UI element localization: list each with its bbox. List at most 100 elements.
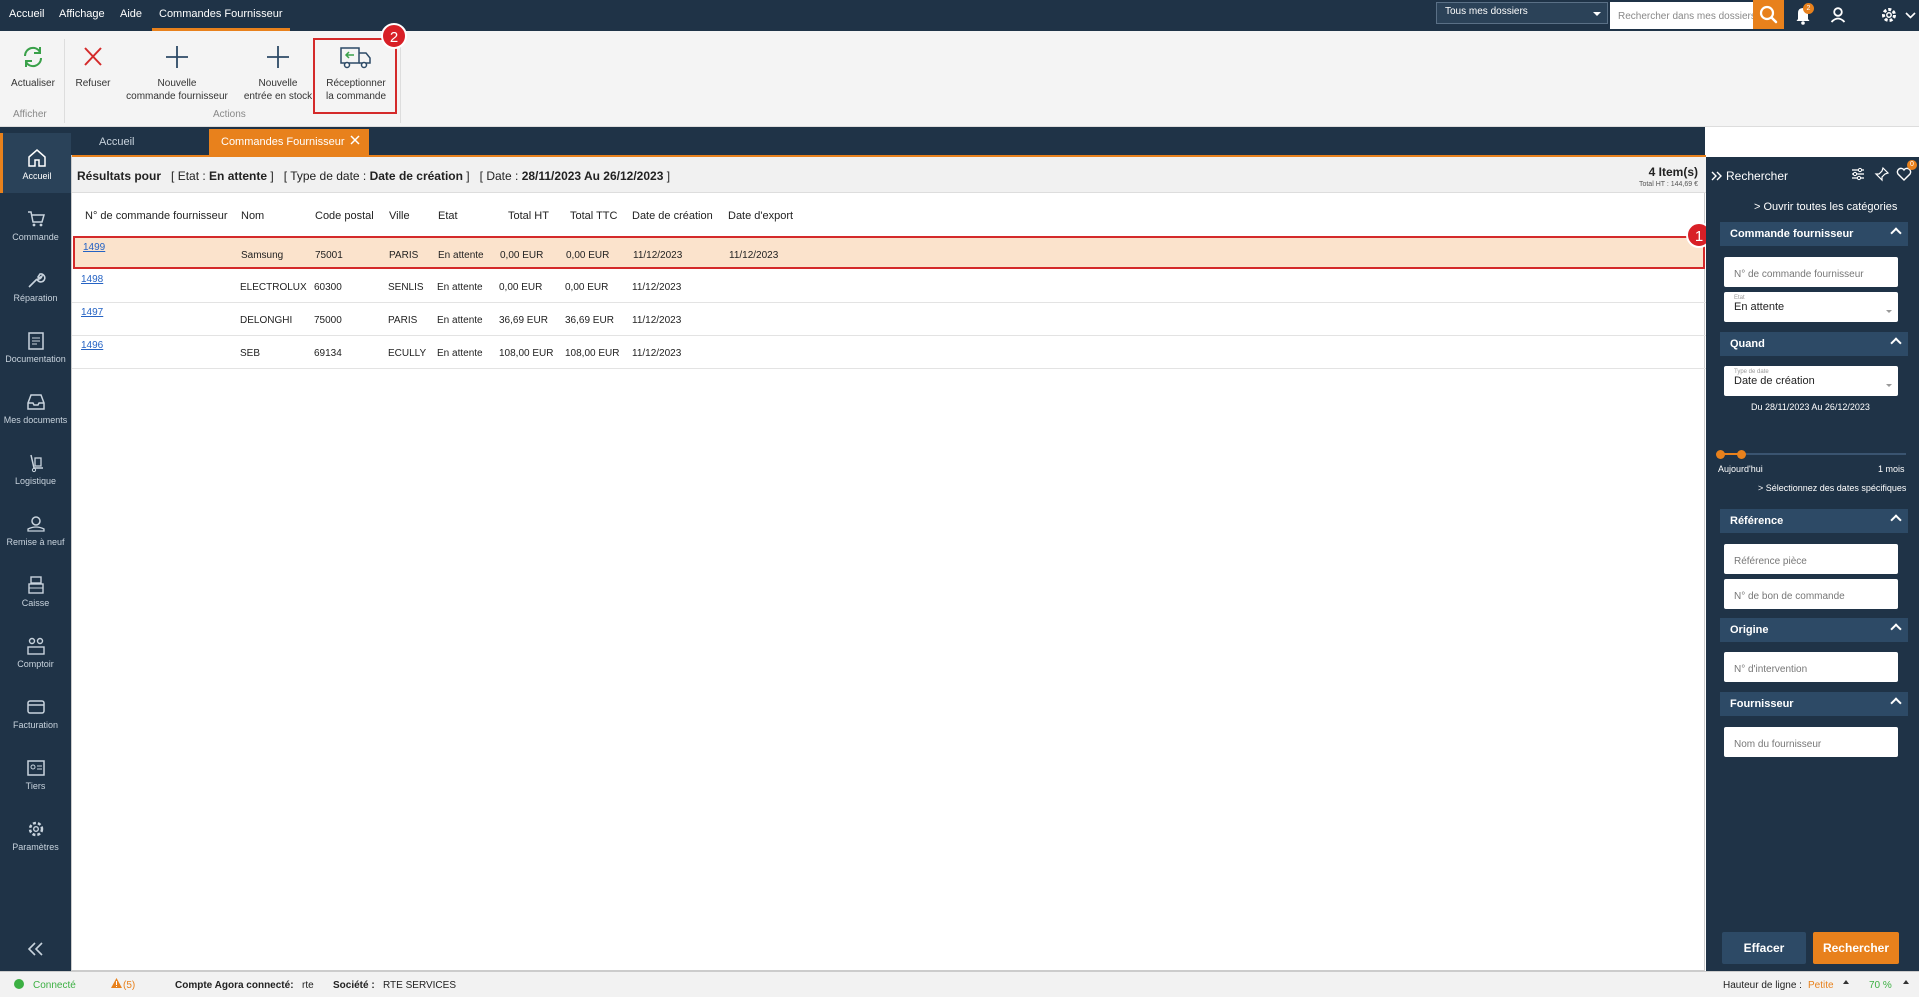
- table-row[interactable]: 1496 SEB 69134 ECULLY En attente 108,00 …: [72, 336, 1706, 369]
- collapse-sidebar-button[interactable]: [26, 941, 46, 957]
- settings-dropdown[interactable]: [1902, 0, 1919, 31]
- cell-city: ECULLY: [388, 348, 427, 359]
- column-header-name[interactable]: Nom: [241, 210, 264, 222]
- column-header-postal-code[interactable]: Code postal: [315, 210, 374, 222]
- po-number-input[interactable]: N° de bon de commande: [1724, 579, 1898, 609]
- sidebar-item-label: Commande: [12, 232, 59, 242]
- table-row[interactable]: 1497 DELONGHI 75000 PARIS En attente 36,…: [72, 303, 1706, 336]
- warning-count[interactable]: (5): [123, 980, 135, 991]
- chevron-up-icon[interactable]: [1902, 978, 1910, 989]
- sidebar-item-remise-a-neuf[interactable]: Remise à neuf: [0, 499, 71, 559]
- table-row[interactable]: 1498 ELECTROLUX 60300 SENLIS En attente …: [72, 270, 1706, 303]
- sidebar-item-mes-documents[interactable]: Mes documents: [0, 377, 71, 437]
- order-number-input[interactable]: N° de commande fournisseur: [1724, 257, 1898, 287]
- column-header-city[interactable]: Ville: [389, 210, 410, 222]
- date-type-select[interactable]: Type de date Date de création: [1724, 366, 1898, 396]
- sidebar-item-logistique[interactable]: Logistique: [0, 438, 71, 498]
- filter-date-prefix: [ Date :: [479, 169, 522, 183]
- sidebar-item-label: Facturation: [12, 720, 59, 730]
- double-chevron-right-icon[interactable]: [1711, 171, 1723, 181]
- settings-button[interactable]: [1874, 0, 1904, 31]
- specific-dates-link[interactable]: > Sélectionnez des dates spécifiques: [1758, 483, 1906, 493]
- global-search-input[interactable]: Rechercher dans mes dossiers: [1610, 2, 1753, 29]
- section-reference[interactable]: Référence: [1720, 509, 1908, 533]
- open-all-label: Ouvrir toutes les catégories: [1763, 201, 1898, 213]
- refresh-icon: [23, 46, 43, 68]
- tab-commandes-fournisseur[interactable]: Commandes Fournisseur: [209, 129, 369, 155]
- date-slider-track[interactable]: [1718, 453, 1906, 455]
- cell-status: En attente: [438, 250, 484, 261]
- zoom-level[interactable]: 70 %: [1869, 980, 1892, 991]
- cell-postal-code: 69134: [314, 348, 342, 359]
- inbox-icon: [26, 394, 45, 410]
- cell-postal-code: 75001: [315, 250, 343, 261]
- menu-accueil[interactable]: Accueil: [9, 8, 44, 20]
- new-supplier-order-button[interactable]: Nouvelle commande fournisseur: [122, 43, 232, 103]
- section-commande-fournisseur[interactable]: Commande fournisseur: [1720, 222, 1908, 246]
- search-button[interactable]: [1753, 0, 1784, 29]
- supplier-name-input[interactable]: Nom du fournisseur: [1724, 727, 1898, 757]
- sidebar-item-reparation[interactable]: Réparation: [0, 255, 71, 315]
- etat-select[interactable]: Etat En attente: [1724, 292, 1898, 322]
- results-count: 4 Item(s): [1648, 165, 1698, 179]
- new-stock-entry-button[interactable]: Nouvelle entrée en stock: [240, 43, 316, 103]
- part-reference-input[interactable]: Référence pièce: [1724, 544, 1898, 574]
- column-header-creation-date[interactable]: Date de création: [632, 210, 713, 222]
- chevron-up-icon[interactable]: [1842, 978, 1850, 989]
- column-header-total-ht[interactable]: Total HT: [508, 210, 549, 222]
- sidebar-item-label: Réparation: [13, 293, 58, 303]
- sidebar-item-documentation[interactable]: Documentation: [0, 316, 71, 376]
- sidebar-item-parametres[interactable]: Paramètres: [0, 804, 71, 864]
- section-label: Fournisseur: [1730, 698, 1794, 710]
- top-menu-bar: Accueil Affichage Aide Commandes Fournis…: [0, 0, 1919, 31]
- filter-date-value: 28/11/2023 Au 26/12/2023: [521, 169, 664, 183]
- menu-affichage[interactable]: Affichage: [59, 8, 105, 20]
- section-origine[interactable]: Origine: [1720, 618, 1908, 642]
- date-slider-handle-end[interactable]: [1737, 450, 1746, 459]
- filter-settings-icon[interactable]: [1850, 166, 1866, 182]
- sidebar-item-tiers[interactable]: Tiers: [0, 743, 71, 803]
- cell-total-ttc: 0,00 EUR: [566, 250, 610, 261]
- warning-icon[interactable]: [110, 977, 123, 992]
- chevron-up-icon: [1890, 227, 1902, 239]
- wrench-icon: [27, 273, 46, 288]
- cash-register-icon: [27, 576, 44, 594]
- sidebar-item-comptoir[interactable]: Comptoir: [0, 621, 71, 681]
- sidebar-item-commande[interactable]: Commande: [0, 194, 71, 254]
- panel-title: Rechercher: [1726, 169, 1789, 183]
- open-all-categories-link[interactable]: > Ouvrir toutes les catégories: [1754, 201, 1897, 213]
- order-number-link[interactable]: 1499: [83, 242, 105, 253]
- date-slider-handle-start[interactable]: [1716, 450, 1725, 459]
- search-submit-button[interactable]: Rechercher: [1813, 932, 1899, 964]
- close-tab-button[interactable]: [349, 134, 361, 146]
- sidebar-item-caisse[interactable]: Caisse: [0, 560, 71, 620]
- order-number-link[interactable]: 1497: [81, 307, 103, 318]
- table-row[interactable]: 1499 Samsung 75001 PARIS En attente 0,00…: [73, 236, 1705, 269]
- slider-label-today: Aujourd'hui: [1718, 464, 1763, 474]
- section-fournisseur[interactable]: Fournisseur: [1720, 692, 1908, 716]
- refuse-button[interactable]: Refuser: [70, 43, 116, 90]
- new-order-label-2: commande fournisseur: [126, 91, 228, 102]
- column-header-order-number[interactable]: N° de commande fournisseur: [85, 210, 228, 222]
- section-quand[interactable]: Quand: [1720, 332, 1908, 356]
- notification-count-badge: 2: [1803, 3, 1814, 14]
- line-height-value[interactable]: Petite: [1808, 980, 1834, 991]
- user-button[interactable]: [1823, 0, 1853, 31]
- intervention-number-input[interactable]: N° d'intervention: [1724, 652, 1898, 682]
- refresh-button[interactable]: Actualiser: [8, 43, 58, 90]
- order-number-link[interactable]: 1496: [81, 340, 103, 351]
- order-number-link[interactable]: 1498: [81, 274, 103, 285]
- column-header-status[interactable]: Etat: [438, 210, 458, 222]
- menu-aide[interactable]: Aide: [120, 8, 142, 20]
- tab-accueil[interactable]: Accueil: [87, 129, 167, 155]
- clear-button[interactable]: Effacer: [1722, 932, 1806, 964]
- filter-etat-suffix: ]: [267, 169, 274, 183]
- close-icon: [84, 47, 102, 66]
- sidebar-item-accueil[interactable]: Accueil: [0, 133, 71, 193]
- sidebar-item-facturation[interactable]: Facturation: [0, 682, 71, 742]
- column-header-export-date[interactable]: Date d'export: [728, 210, 793, 222]
- pin-icon[interactable]: [1874, 166, 1890, 182]
- column-header-total-ttc[interactable]: Total TTC: [570, 210, 617, 222]
- menu-commandes-fournisseur[interactable]: Commandes Fournisseur: [152, 0, 290, 31]
- folder-select[interactable]: Tous mes dossiers: [1436, 2, 1608, 24]
